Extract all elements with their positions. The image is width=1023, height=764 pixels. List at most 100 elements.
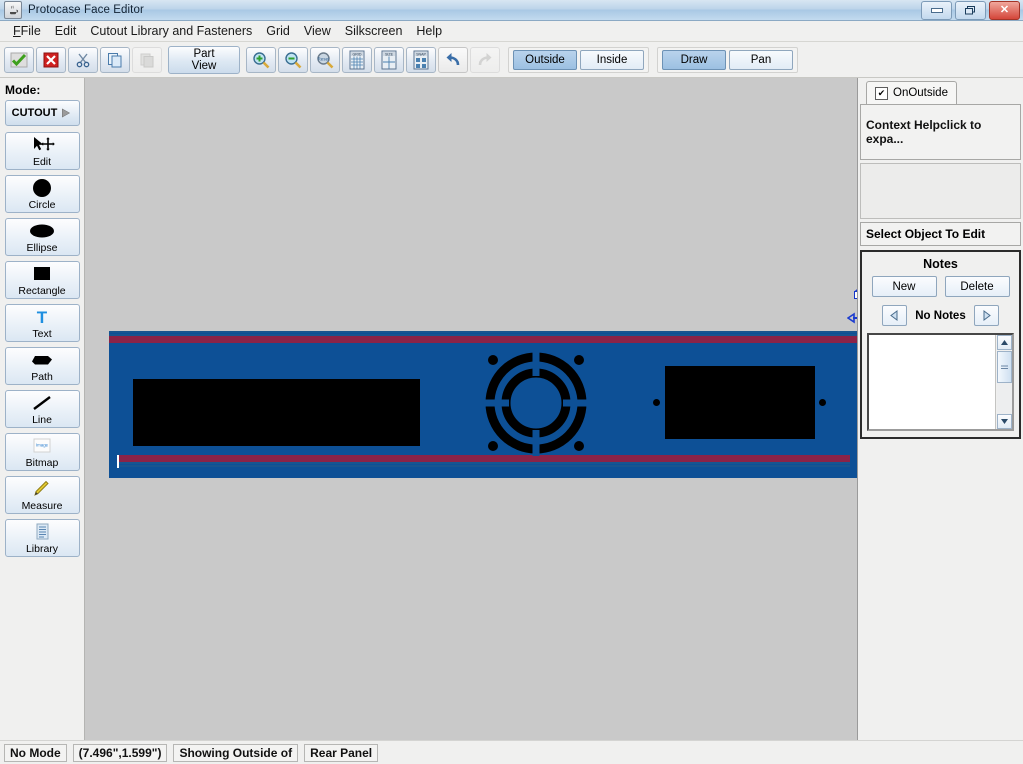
menu-view-label: View <box>303 24 331 38</box>
tab-onoutside[interactable]: ✔ OnOutside <box>866 81 957 104</box>
title-bar: Protocase Face Editor ✕ <box>0 0 1023 21</box>
scroll-up-button[interactable] <box>996 335 1012 350</box>
mode-cutout-button[interactable]: CUTOUT <box>4 100 80 126</box>
rectangle-icon <box>6 262 79 286</box>
menu-file-label: File <box>20 24 41 38</box>
drawing-canvas[interactable] <box>85 78 858 740</box>
snap-icon: SNAP <box>413 50 429 69</box>
library-list-icon <box>6 520 79 544</box>
size-button[interactable]: SIZE <box>374 46 404 73</box>
caret-down-icon <box>1000 419 1008 424</box>
tool-path-label: Path <box>31 371 53 383</box>
line-icon <box>6 391 79 415</box>
grid-button[interactable]: GRID <box>342 46 372 73</box>
copy-button[interactable] <box>100 46 130 73</box>
circle-icon <box>6 176 79 200</box>
undo-button[interactable] <box>438 46 468 73</box>
tool-measure-label: Measure <box>21 500 63 512</box>
tool-rectangle[interactable]: Rectangle <box>4 261 80 299</box>
undo-icon <box>446 52 460 65</box>
scroll-down-button[interactable] <box>996 414 1012 429</box>
notes-delete-button[interactable]: Delete <box>944 276 1010 297</box>
menu-grid-label: Grid <box>266 24 290 38</box>
notes-text-area[interactable] <box>869 335 995 429</box>
tool-rail: Mode: CUTOUT Edit Circle Ellipse Rectang… <box>0 78 85 740</box>
cut-button[interactable] <box>68 46 98 73</box>
close-button[interactable]: ✕ <box>989 1 1020 20</box>
snap-button[interactable]: SNAP <box>406 46 436 73</box>
tab-onoutside-label: OnOutside <box>893 87 948 99</box>
zoom-reset-button[interactable]: Reset <box>310 46 340 73</box>
svg-text:T: T <box>37 308 48 326</box>
accept-check-icon <box>10 52 28 67</box>
scroll-track[interactable] <box>996 383 1012 414</box>
path-polygon-icon <box>6 348 79 372</box>
draw-button[interactable]: Draw <box>662 49 726 70</box>
right-pane: ✔ OnOutside Context Helpclick to expa...… <box>858 78 1023 740</box>
notes-text-area-wrap <box>867 333 1014 431</box>
menu-file[interactable]: FFile <box>6 22 48 40</box>
tool-library[interactable]: Library <box>4 519 80 557</box>
fan-grill-cutout[interactable] <box>481 348 591 458</box>
menu-grid[interactable]: Grid <box>259 22 297 40</box>
hole-right[interactable] <box>819 399 826 406</box>
tool-text-label: Text <box>32 328 52 340</box>
menu-help[interactable]: Help <box>409 22 449 40</box>
rectangle-cutout-right[interactable] <box>665 366 815 439</box>
rectangle-cutout-left[interactable] <box>133 379 420 446</box>
zoom-in-button[interactable] <box>246 46 276 73</box>
tool-ellipse-label: Ellipse <box>26 242 58 254</box>
restore-button[interactable] <box>955 1 986 20</box>
mode-cutout-label: CUTOUT <box>11 107 58 119</box>
context-help-text: Context Helpclick to expa... <box>866 118 982 146</box>
inside-button[interactable]: Inside <box>580 49 644 70</box>
panel-origin-tick <box>117 455 119 468</box>
scroll-thumb[interactable] <box>996 351 1012 383</box>
notes-button-row: New Delete <box>867 276 1014 297</box>
context-help-box[interactable]: Context Helpclick to expa... <box>860 104 1021 160</box>
select-object-box: Select Object To Edit <box>860 222 1021 246</box>
panel-bottom-edge-line-2 <box>117 465 850 467</box>
outside-button[interactable]: Outside <box>513 49 577 70</box>
menu-cutout-library-and-fasteners[interactable]: Cutout Library and Fasteners <box>83 22 259 40</box>
tool-ellipse[interactable]: Ellipse <box>4 218 80 256</box>
tool-path[interactable]: Path <box>4 347 80 385</box>
tool-text[interactable]: T Text <box>4 304 80 342</box>
notes-next-button[interactable] <box>973 305 999 326</box>
cancel-x-icon <box>43 52 59 67</box>
part-view-button[interactable]: Part View <box>168 45 240 74</box>
part-view-line1: Part <box>193 47 215 60</box>
notes-title: Notes <box>923 257 958 271</box>
tool-bitmap-label: Bitmap <box>25 457 59 469</box>
cursor-move-icon <box>6 133 79 157</box>
panel-top-edge-line-1 <box>109 331 857 333</box>
accept-button[interactable] <box>4 46 34 73</box>
cancel-button[interactable] <box>36 46 66 73</box>
notes-prev-button[interactable] <box>882 305 908 326</box>
tool-edit[interactable]: Edit <box>4 132 80 170</box>
redo-button <box>470 46 500 73</box>
minimize-button[interactable] <box>921 1 952 20</box>
tool-circle-label: Circle <box>28 199 56 211</box>
ellipse-icon <box>6 219 79 243</box>
svg-text:Reset: Reset <box>317 56 330 61</box>
onoutside-checkbox[interactable]: ✔ <box>875 86 888 100</box>
tool-rectangle-label: Rectangle <box>18 285 66 297</box>
main-body: Mode: CUTOUT Edit Circle Ellipse Rectang… <box>0 78 1023 740</box>
notes-new-button[interactable]: New <box>871 276 937 297</box>
pan-button[interactable]: Pan <box>729 49 793 70</box>
grid-icon: GRID <box>349 50 365 69</box>
menu-silkscreen[interactable]: Silkscreen <box>338 22 410 40</box>
panel-part[interactable] <box>109 331 857 478</box>
menu-view[interactable]: View <box>297 22 338 40</box>
mouse-mode-group: Draw Pan <box>657 46 798 73</box>
tool-bitmap[interactable]: Image Bitmap <box>4 433 80 471</box>
tool-circle[interactable]: Circle <box>4 175 80 213</box>
zoom-out-button[interactable] <box>278 46 308 73</box>
select-object-label: Select Object To Edit <box>866 227 986 241</box>
tool-measure[interactable]: Measure <box>4 476 80 514</box>
menu-edit[interactable]: Edit <box>48 22 84 40</box>
hole-left[interactable] <box>653 399 660 406</box>
notes-scrollbar[interactable] <box>995 335 1012 429</box>
tool-line[interactable]: Line <box>4 390 80 428</box>
